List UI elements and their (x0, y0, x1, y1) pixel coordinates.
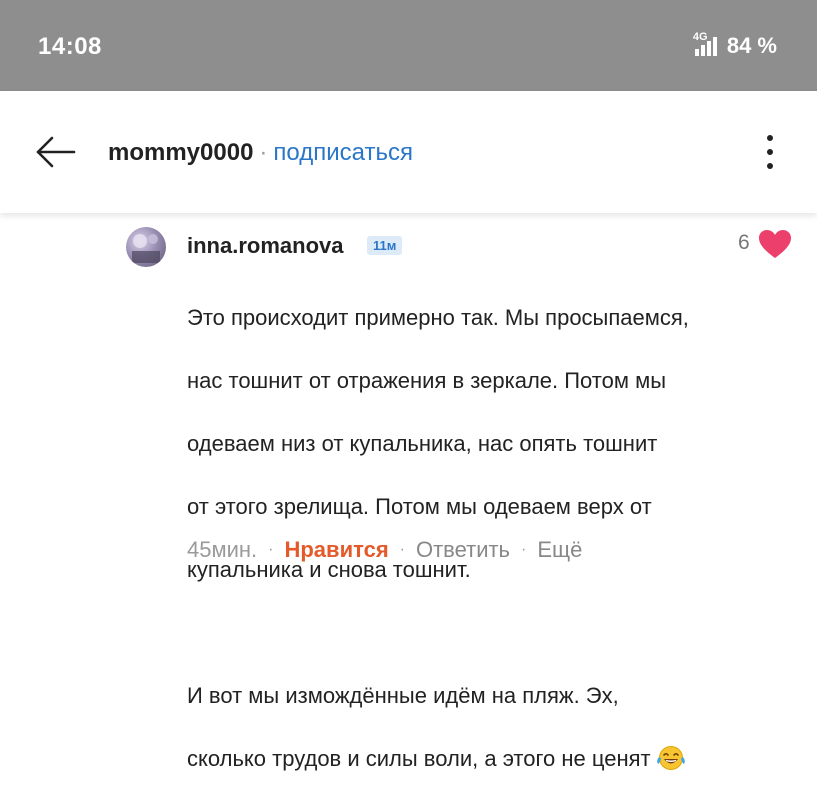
post-author-username[interactable]: mommy0000 (108, 139, 253, 166)
comment-item: inna.romanova 11м 6 Это происходит приме… (0, 213, 817, 771)
status-indicators: 4G 84 % (691, 31, 777, 60)
header-title: mommy0000 · подписаться (108, 139, 413, 167)
comment-text-line: Это происходит примерно так. Мы просыпае… (187, 304, 689, 330)
comment-text-line-last: сколько трудов и силы воли, а этого не ц… (187, 743, 797, 775)
back-arrow-icon[interactable] (32, 135, 78, 169)
more-options-icon[interactable] (758, 133, 782, 171)
comment-text-line: сколько трудов и силы воли, а этого не ц… (187, 745, 651, 771)
status-time: 14:08 (38, 33, 102, 60)
like-button[interactable]: Нравится (284, 537, 388, 562)
time-badge: 11м (367, 236, 403, 255)
status-bar: 14:08 4G 84 % (0, 0, 817, 91)
comment-text-line: И вот мы измождённые идём на пляж. Эх, (187, 682, 619, 708)
comment-time: 45мин. (187, 537, 258, 562)
action-separator: · (268, 541, 274, 558)
post-header: mommy0000 · подписаться (0, 91, 817, 213)
more-button[interactable]: Ещё (537, 537, 582, 562)
action-separator: · (399, 541, 405, 558)
laughing-tears-emoji-icon (656, 745, 685, 770)
like-count: 6 (738, 231, 750, 254)
comment-author[interactable]: inna.romanova (187, 233, 343, 259)
follow-button[interactable]: подписаться (273, 139, 413, 166)
comment-text-line: от этого зрелища. Потом мы одеваем верх … (187, 493, 652, 519)
action-separator: · (521, 541, 527, 558)
heart-icon[interactable] (758, 229, 792, 259)
avatar[interactable] (126, 227, 166, 267)
header-separator: · (259, 139, 268, 166)
comment-actions: 45мин. · Нравится · Ответить · Ещё (187, 537, 582, 563)
comment-text-line: нас тошнит от отражения в зеркале. Потом… (187, 367, 667, 393)
reply-button[interactable]: Ответить (416, 537, 510, 562)
comment-text-line: одеваем низ от купальника, нас опять тош… (187, 430, 658, 456)
battery-level: 84 % (726, 33, 777, 58)
signal-icon: 4G (691, 31, 723, 59)
network-type: 4G (692, 31, 708, 43)
